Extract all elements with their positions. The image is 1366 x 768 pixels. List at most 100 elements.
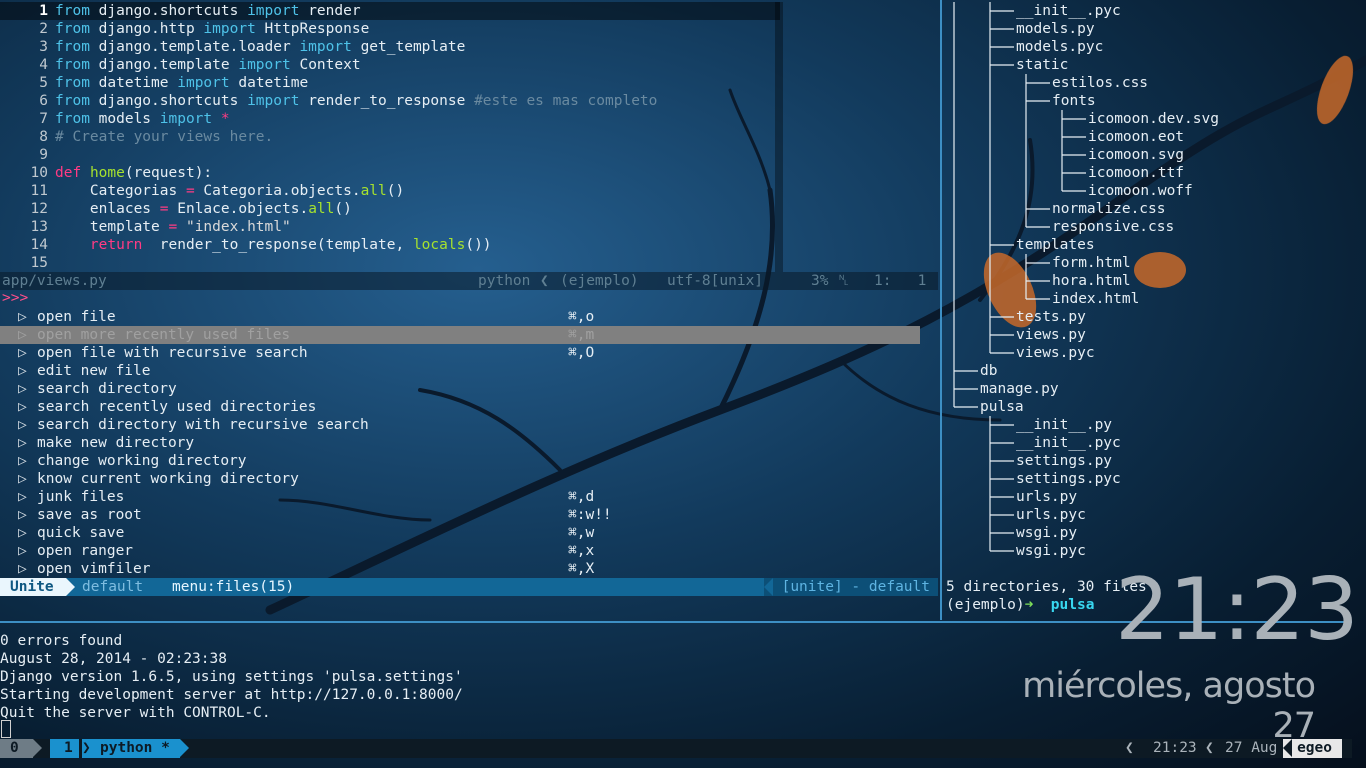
unite-menu-item[interactable]: ▷ know current working directory: [0, 470, 920, 488]
tree-entry[interactable]: static: [1016, 56, 1068, 74]
code-token: from: [55, 75, 90, 91]
code-line[interactable]: 4 from django.template import Context: [0, 56, 780, 74]
unite-menu-item[interactable]: ▷ open file with recursive search ⌘,O: [0, 344, 920, 362]
unite-item-label: open file: [37, 309, 116, 325]
unite-item-label: quick save: [37, 525, 125, 541]
unite-menu-item[interactable]: ▷ open vimfiler ⌘,X: [0, 560, 920, 578]
tree-entry[interactable]: models.py: [1016, 20, 1095, 38]
tree-entry[interactable]: estilos.css: [1052, 74, 1148, 92]
desktop-clock-time: 21:23: [1115, 560, 1359, 660]
tmux-window-index[interactable]: 1: [50, 739, 79, 758]
tree-entry[interactable]: urls.py: [1016, 488, 1077, 506]
triangle-right-icon: ▷: [18, 561, 27, 577]
tree-entry[interactable]: models.pyc: [1016, 38, 1103, 56]
tmux-window-name[interactable]: python *: [82, 739, 189, 758]
tree-entry[interactable]: settings.py: [1016, 452, 1112, 470]
code-line[interactable]: 1 from django.shortcuts import render: [0, 2, 780, 20]
triangle-right-icon: ▷: [18, 525, 27, 541]
code-token: from: [55, 3, 90, 19]
tree-entry[interactable]: settings.pyc: [1016, 470, 1121, 488]
code-line[interactable]: 15: [0, 254, 780, 272]
unite-menu-item[interactable]: ▷ open ranger ⌘,x: [0, 542, 920, 560]
unite-item-shortcut: ⌘,d: [568, 489, 595, 505]
triangle-right-icon: ▷: [18, 399, 27, 415]
tree-entry[interactable]: fonts: [1052, 92, 1096, 110]
unite-menu-item[interactable]: ▷ search recently used directories: [0, 398, 920, 416]
tree-entry[interactable]: icomoon.eot: [1088, 128, 1184, 146]
unite-menu-item[interactable]: ▷ open file ⌘,o: [0, 308, 920, 326]
code-line[interactable]: 14 return render_to_response(template, l…: [0, 236, 780, 254]
unite-menu-item[interactable]: ▷ junk files ⌘,d: [0, 488, 920, 506]
triangle-right-icon: ▷: [18, 345, 27, 361]
shell-prompt[interactable]: (ejemplo)➜ pulsa: [946, 596, 1094, 614]
tree-entry[interactable]: views.py: [1016, 326, 1086, 344]
tree-entry[interactable]: icomoon.woff: [1088, 182, 1193, 200]
line-number: 8: [39, 129, 48, 145]
code-line[interactable]: 11 Categorias = Categoria.objects.all(): [0, 182, 780, 200]
prompt-env: (ejemplo): [946, 597, 1025, 613]
code-line[interactable]: 6 from django.shortcuts import render_to_…: [0, 92, 780, 110]
tree-entry[interactable]: normalize.css: [1052, 200, 1166, 218]
tree-entry[interactable]: urls.pyc: [1016, 506, 1086, 524]
tree-entry[interactable]: wsgi.py: [1016, 524, 1077, 542]
unite-menu-item[interactable]: ▷ change working directory: [0, 452, 920, 470]
code-line[interactable]: 5 from datetime import datetime: [0, 74, 780, 92]
unite-menu-item[interactable]: ▷ make new directory: [0, 434, 920, 452]
code-token: HttpResponse: [264, 21, 370, 37]
tmux-session[interactable]: 0: [0, 739, 42, 758]
code-token: Categorias: [55, 183, 186, 199]
code-token: django.template: [98, 57, 239, 73]
code-line[interactable]: 13 template = "index.html": [0, 218, 780, 236]
code-token: from: [55, 111, 90, 127]
line-number: 3: [39, 39, 48, 55]
statusline-position: 1: 1: [874, 273, 927, 289]
unite-menu-item[interactable]: ▷ quick save ⌘,w: [0, 524, 920, 542]
tree-entry[interactable]: manage.py: [980, 380, 1059, 398]
tree-entry[interactable]: db: [980, 362, 997, 380]
tree-entry[interactable]: tests.py: [1016, 308, 1086, 326]
tree-entry[interactable]: views.pyc: [1016, 344, 1095, 362]
code-line[interactable]: 12 enlaces = Enlace.objects.all(): [0, 200, 780, 218]
unite-prompt[interactable]: >>>: [2, 290, 28, 306]
tree-entry[interactable]: responsive.css: [1052, 218, 1174, 236]
code-token: (request):: [124, 165, 213, 181]
code-token: all: [308, 201, 335, 217]
editor-statusline: app/views.py python ❮ (ejemplo) utf-8[un…: [0, 272, 938, 290]
code-line[interactable]: 10 def home(request):: [0, 164, 780, 182]
tree-entry[interactable]: form.html: [1052, 254, 1131, 272]
unite-menu-item[interactable]: ▷ search directory with recursive search: [0, 416, 920, 434]
code-token: import: [238, 57, 291, 73]
tree-entry[interactable]: pulsa: [980, 398, 1024, 416]
statusline-filename: app/views.py: [2, 273, 107, 289]
code-line[interactable]: 8 # Create your views here.: [0, 128, 780, 146]
tree-entry[interactable]: index.html: [1052, 290, 1139, 308]
code-token: home: [89, 165, 125, 181]
unite-item-label: open vimfiler: [37, 561, 151, 577]
code-line[interactable]: 3 from django.template.loader import get_…: [0, 38, 780, 56]
unite-menu-item[interactable]: ▷ search directory: [0, 380, 920, 398]
code-line[interactable]: 2 from django.http import HttpResponse: [0, 20, 780, 38]
unite-menu-item[interactable]: ▷ save as root ⌘:w!!: [0, 506, 920, 524]
tree-entry[interactable]: __init__.py: [1016, 416, 1112, 434]
tree-entry[interactable]: icomoon.ttf: [1088, 164, 1184, 182]
code-line[interactable]: 7 from models import *: [0, 110, 780, 128]
unite-menu-item[interactable]: ▷ edit new file: [0, 362, 920, 380]
code-line[interactable]: 9: [0, 146, 780, 164]
unite-menu[interactable]: >>> ▷ open file ⌘,o ▷ open more recently use…: [0, 290, 938, 578]
code-editor[interactable]: 1 from django.shortcuts import render 2 fro…: [0, 2, 938, 272]
tree-entry[interactable]: __init__.pyc: [1016, 434, 1121, 452]
tree-entry[interactable]: icomoon.svg: [1088, 146, 1184, 164]
pane-divider[interactable]: [940, 0, 942, 620]
unite-menu-item[interactable]: ▷ open more recently used files ⌘,m: [0, 326, 920, 344]
tree-entry[interactable]: icomoon.dev.svg: [1088, 110, 1219, 128]
code-token: =: [185, 183, 195, 199]
tree-entry[interactable]: __init__.pyc: [1016, 2, 1121, 20]
unite-item-shortcut: ⌘,X: [568, 561, 595, 577]
terminal-output[interactable]: 0 errors found August 28, 2014 - 02:23:38…: [0, 632, 940, 722]
tree-entry[interactable]: hora.html: [1052, 272, 1131, 290]
tree-entry[interactable]: wsgi.pyc: [1016, 542, 1086, 560]
triangle-right-icon: ▷: [18, 471, 27, 487]
code-token: locals: [412, 237, 466, 253]
code-token: django.template.loader: [98, 39, 300, 55]
tree-entry[interactable]: templates: [1016, 236, 1095, 254]
